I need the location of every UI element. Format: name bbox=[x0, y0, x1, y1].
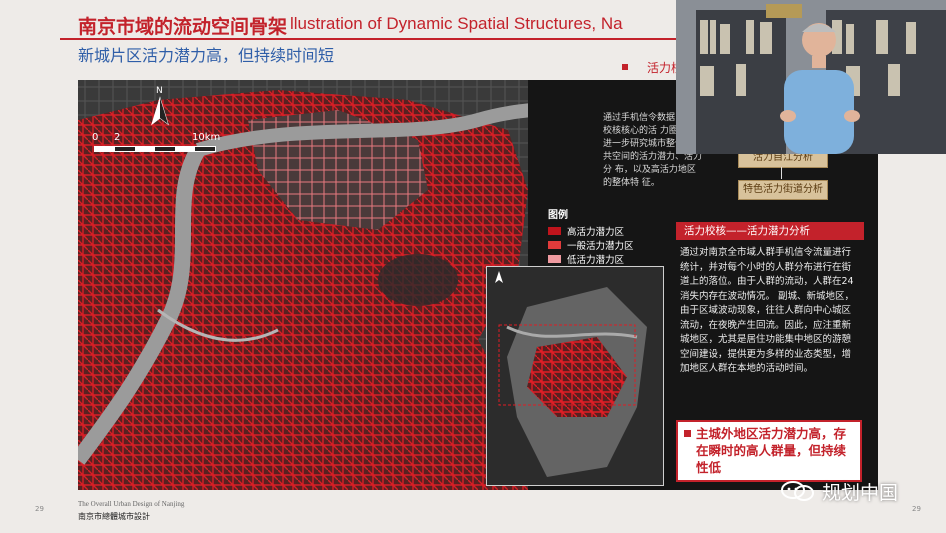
watermark: 规划中国 bbox=[780, 476, 898, 506]
scale-label-0: 0 bbox=[92, 132, 99, 143]
footer-english: The Overall Urban Design of Nanjing bbox=[78, 500, 185, 508]
legend-title: 图例 bbox=[548, 210, 568, 221]
page-number-right: 29 bbox=[912, 505, 921, 513]
north-label: N bbox=[156, 86, 163, 96]
speaker-video-feed bbox=[676, 0, 946, 154]
inset-map bbox=[486, 266, 664, 486]
legend-item-low: 低活力潜力区 bbox=[548, 252, 668, 266]
tag-bullet-icon bbox=[622, 64, 628, 70]
park-area bbox=[378, 254, 458, 306]
callout-text: 主城外地区活力潜力高，存在瞬时的高人群量，但持续性低 bbox=[696, 426, 847, 475]
legend-swatch-medium bbox=[548, 241, 561, 249]
scale-bar: 0 2 10km bbox=[88, 132, 221, 152]
legend-label-low: 低活力潜力区 bbox=[567, 255, 625, 266]
presentation-slide: 南京市域的流动空间骨架 llustration of Dynamic Spati… bbox=[0, 0, 946, 533]
slide-title-bar: 南京市域的流动空间骨架 llustration of Dynamic Spati… bbox=[60, 8, 680, 38]
analysis-body: 通过对南京全市域人群手机信令流量进行统计，并对每个小时的人群分布进行在街道上的落… bbox=[680, 247, 855, 374]
legend-swatch-high bbox=[548, 227, 561, 235]
flow-node-bottom: 特色活力街道分析 bbox=[738, 180, 828, 200]
scale-label-2: 2 bbox=[114, 132, 121, 143]
scale-ruler bbox=[94, 146, 216, 152]
footer-chinese: 南京市總體城市設計 bbox=[78, 512, 150, 521]
flow-arrow bbox=[781, 167, 782, 179]
slide-title-chinese: 南京市域的流动空间骨架 bbox=[78, 16, 288, 38]
legend-item-medium: 一般活力潜力区 bbox=[548, 238, 668, 252]
legend-label-high: 高活力潜力区 bbox=[567, 227, 625, 238]
north-arrow-icon bbox=[151, 96, 169, 126]
key-finding-callout: 主城外地区活力潜力高，存在瞬时的高人群量，但持续性低 bbox=[676, 420, 862, 482]
north-arrow: N bbox=[148, 86, 172, 130]
page-number-left: 29 bbox=[35, 505, 44, 513]
legend-item-high: 高活力潜力区 bbox=[548, 224, 668, 238]
legend-swatch-low bbox=[548, 255, 561, 263]
scale-label-10km: 10km bbox=[192, 132, 221, 143]
wechat-icon bbox=[780, 480, 816, 502]
slide-subtitle: 新城片区活力潜力高，但持续时间短 bbox=[78, 46, 335, 65]
speaker-video-image bbox=[676, 0, 946, 154]
inset-map-graphic bbox=[487, 267, 663, 485]
watermark-text: 规划中国 bbox=[822, 481, 899, 504]
map-legend: 图例 高活力潜力区 一般活力潜力区 低活力潜力区 bbox=[548, 206, 668, 266]
title-divider bbox=[60, 38, 678, 40]
callout-bullet-icon bbox=[684, 430, 691, 437]
analysis-heading: 活力校核——活力潜力分析 bbox=[676, 222, 864, 240]
slide-title-english: llustration of Dynamic Spatial Structure… bbox=[290, 14, 623, 33]
legend-label-medium: 一般活力潜力区 bbox=[567, 241, 634, 252]
